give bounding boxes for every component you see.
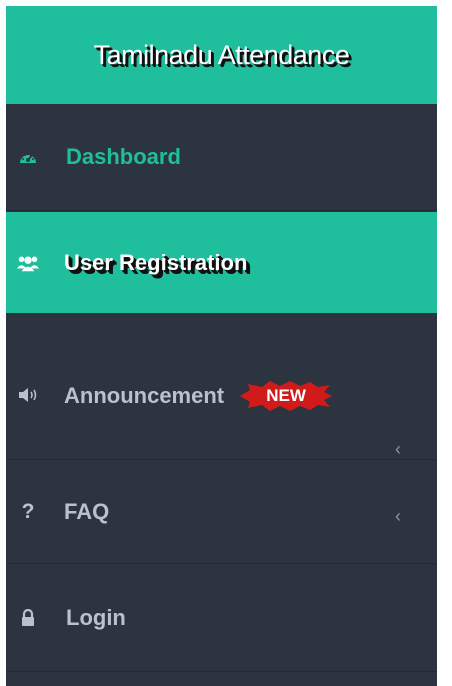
users-icon [16, 253, 40, 273]
sidebar-item-label: User Registration [64, 249, 248, 275]
sidebar-item-label: FAQ [64, 498, 110, 524]
sidebar-item-label: Dashboard [66, 144, 181, 169]
new-badge: NEW [240, 381, 333, 411]
lock-icon [16, 608, 40, 627]
app-title: Tamilnadu Attendance [93, 39, 350, 70]
sidebar-item-user-registration[interactable]: User Registration [6, 212, 437, 313]
dashboard-gauge-icon [16, 149, 40, 165]
app-header: Tamilnadu Attendance [6, 6, 437, 104]
badge-label: NEW [266, 386, 306, 405]
question-icon: ? [21, 499, 35, 523]
sidebar-item-label: Announcement [64, 383, 225, 408]
sidebar-item-label: Login [66, 604, 126, 630]
sidebar-item-login[interactable]: Login [6, 564, 437, 672]
speaker-icon [16, 387, 40, 403]
sidebar: Tamilnadu Attendance Dashboard User Regi… [6, 6, 437, 686]
sidebar-item-announcement[interactable]: Announcement NEW ‹ [6, 313, 437, 460]
sidebar-item-dashboard[interactable]: Dashboard [6, 104, 437, 211]
sidebar-item-faq[interactable]: ? FAQ ‹ [6, 460, 437, 564]
chevron-left-icon: ‹ [395, 439, 401, 459]
chevron-left-icon: ‹ [395, 506, 401, 526]
